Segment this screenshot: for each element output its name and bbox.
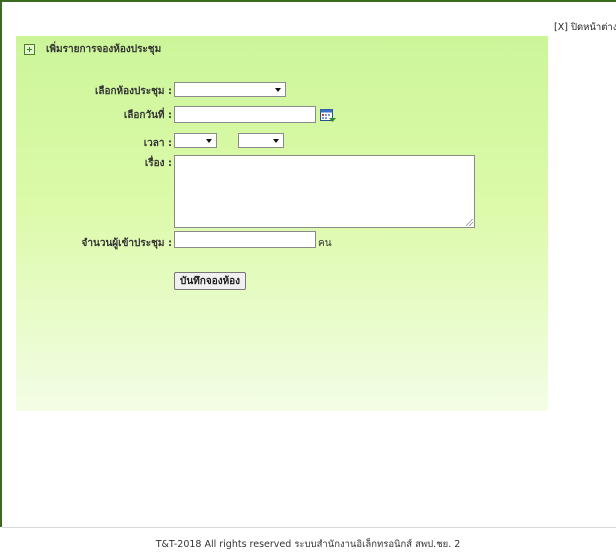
footer-divider [2, 527, 616, 528]
resize-grip-icon[interactable] [466, 219, 473, 226]
time-start-select[interactable] [174, 133, 217, 148]
chevron-down-icon [275, 87, 281, 92]
plus-icon[interactable] [24, 44, 35, 55]
frame-top-border [0, 0, 616, 2]
chevron-down-icon [206, 138, 212, 143]
room-label: เลือกห้องประชุม : [94, 86, 172, 97]
date-label: เลือกวันที่ : [123, 110, 172, 121]
frame-left-border [0, 0, 2, 527]
close-window-link[interactable]: [X] ปิดหน้าต่างนี้ [554, 20, 616, 35]
chevron-down-icon [273, 138, 279, 143]
attendees-input[interactable] [174, 231, 316, 248]
time-label: เวลา : [143, 138, 172, 149]
date-input[interactable] [174, 106, 316, 123]
panel-title: เพิ่มรายการจองห้องประชุม [46, 44, 162, 55]
panel-header: เพิ่มรายการจองห้องประชุม [24, 42, 161, 57]
save-booking-button[interactable]: บันทึกจองห้อง [174, 272, 247, 290]
booking-panel: เพิ่มรายการจองห้องประชุม เลือกห้องประชุม… [16, 36, 548, 411]
room-select[interactable] [174, 82, 286, 97]
footer-copyright: T&T-2018 All rights reserved ระบบสำนักงา… [155, 539, 461, 550]
time-end-select[interactable] [238, 133, 284, 148]
subject-textarea[interactable] [174, 155, 475, 228]
subject-label: เรื่อง : [144, 158, 172, 169]
calendar-icon[interactable] [320, 109, 336, 123]
attendees-label: จำนวนผู้เข้าประชุม : [81, 238, 172, 249]
attendees-unit: คน [318, 238, 332, 249]
